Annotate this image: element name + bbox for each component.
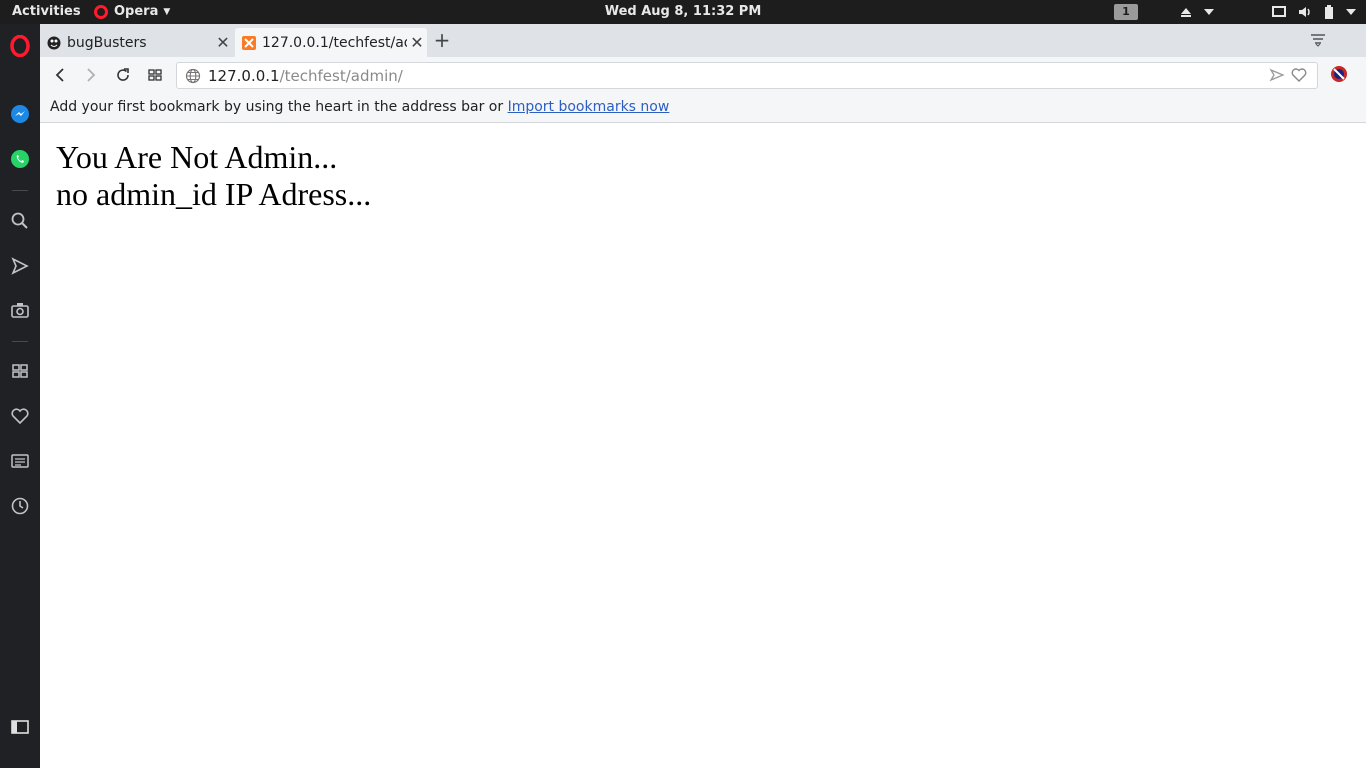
system-top-bar: Activities Opera ▼ Wed Aug 8, 11:32 PM 1 [0,0,1366,24]
speed-dial-icon[interactable] [7,358,33,384]
close-icon[interactable]: ✕ [407,33,427,52]
tab-strip: bugBusters ✕ 127.0.0.1/techfest/admin/ ✕… [40,24,1366,57]
send-icon[interactable] [7,253,33,279]
chevron-down-icon[interactable] [1346,0,1356,24]
app-name: Opera [114,4,159,19]
camera-icon[interactable] [7,297,33,323]
tab-title: bugBusters [67,34,147,51]
screen-icon[interactable] [1272,0,1286,24]
bookmark-hint-text: Add your first bookmark by using the hea… [50,99,508,115]
address-bar[interactable]: 127.0.0.1/techfest/admin/ [176,62,1318,89]
app-menu[interactable]: Opera ▼ [94,0,170,24]
night-light-icon[interactable] [1248,0,1260,24]
opera-icon [94,5,108,19]
tab-menu-icon[interactable] [1310,32,1326,51]
new-tab-button[interactable]: + [432,30,452,52]
forward-button[interactable] [79,63,103,87]
system-tray[interactable] [1180,0,1356,24]
battery-icon[interactable] [1324,0,1334,24]
activities-button[interactable]: Activities [12,0,81,24]
workspace-indicator[interactable]: 1 [1114,4,1138,20]
bug-favicon-icon [47,36,61,50]
clock-container: Wed Aug 8, 11:32 PM [0,0,1366,24]
page-message-line-2: no admin_id IP Adress... [56,176,372,212]
messenger-icon[interactable] [7,101,33,127]
sidebar-divider [12,341,28,342]
globe-icon[interactable] [185,68,201,84]
extension-icon[interactable] [1330,65,1348,83]
send-to-flow-icon[interactable] [1269,67,1285,87]
tab-bugbusters[interactable]: bugBusters ✕ [40,28,233,57]
history-icon[interactable] [7,493,33,519]
chevron-down-icon: ▼ [163,7,171,17]
sidebar-toggle-icon[interactable] [7,714,33,740]
import-bookmarks-link[interactable]: Import bookmarks now [508,99,670,115]
tab-title: 127.0.0.1/techfest/admin/ [262,34,407,51]
search-icon[interactable] [7,208,33,234]
bookmark-heart-icon[interactable] [1291,67,1307,87]
sidebar-divider [12,190,28,191]
news-icon[interactable] [7,448,33,474]
xampp-favicon-icon [242,35,256,50]
chevron-down-icon[interactable] [1204,0,1214,24]
url-host: 127.0.0.1 [208,66,280,85]
volume-icon[interactable] [1298,0,1312,24]
whatsapp-icon[interactable] [7,146,33,172]
bookmarks-bar: Add your first bookmark by using the hea… [40,93,1366,123]
reload-button[interactable] [111,63,135,87]
opera-sidebar [0,24,40,768]
opera-menu-icon[interactable] [7,33,33,59]
page-content: You Are Not Admin... no admin_id IP Adre… [40,124,1366,768]
speed-dial-button[interactable] [143,63,167,87]
browser-toolbar: 127.0.0.1/techfest/admin/ [40,57,1366,93]
url-path: /techfest/admin/ [279,66,403,85]
close-icon[interactable]: ✕ [213,33,233,52]
heart-icon[interactable] [7,403,33,429]
eject-icon[interactable] [1180,0,1192,24]
clock[interactable]: Wed Aug 8, 11:32 PM [605,4,762,19]
back-button[interactable] [48,63,72,87]
page-message-line-1: You Are Not Admin... [56,139,338,175]
tab-techfest-admin[interactable]: 127.0.0.1/techfest/admin/ ✕ [235,28,427,57]
